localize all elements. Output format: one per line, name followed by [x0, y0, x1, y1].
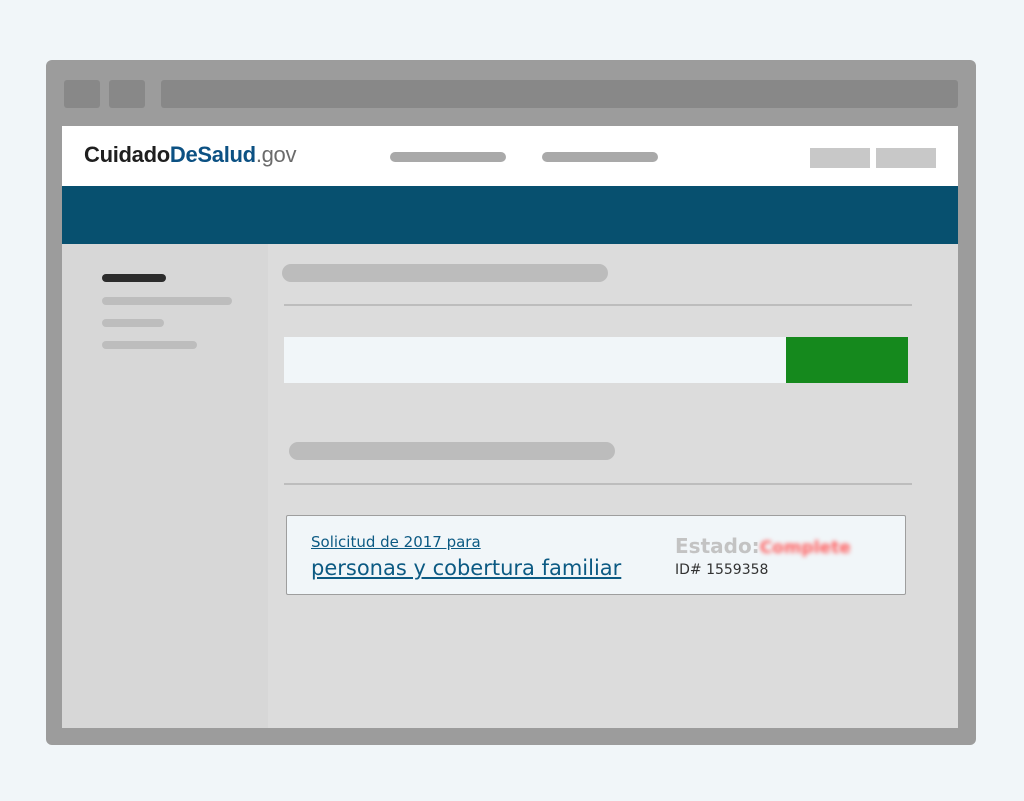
application-id: ID# 1559358: [675, 562, 769, 578]
search-input[interactable]: [284, 337, 786, 383]
sidebar-item[interactable]: [102, 341, 197, 349]
logo-part-desalud: DeSalud: [169, 142, 256, 167]
logo-part-gov: .gov: [255, 142, 297, 167]
section-heading-placeholder: [282, 264, 608, 282]
application-status: Estado:Complete: [675, 534, 851, 558]
sidebar-item[interactable]: [102, 319, 164, 327]
sidebar-item-active[interactable]: [102, 274, 166, 282]
page-banner: [62, 186, 958, 244]
forward-button[interactable]: [109, 80, 145, 108]
application-title-link[interactable]: personas y cobertura familiar: [311, 556, 621, 580]
header-button-1[interactable]: [810, 148, 870, 168]
sidebar: [62, 244, 268, 728]
page-viewport: CuidadoDeSalud.gov Solicitud de 2017 par…: [62, 126, 958, 728]
application-subtitle-link[interactable]: Solicitud de 2017 para: [311, 533, 481, 551]
status-value: Complete: [759, 538, 851, 558]
divider: [284, 483, 912, 485]
submit-button[interactable]: [786, 337, 908, 383]
application-card: Solicitud de 2017 para personas y cobert…: [286, 515, 906, 595]
divider: [284, 304, 912, 306]
nav-link-2[interactable]: [542, 152, 658, 162]
section-heading-placeholder: [289, 442, 615, 460]
logo-part-cuidado: Cuidado: [84, 142, 170, 167]
nav-link-1[interactable]: [390, 152, 506, 162]
site-header: CuidadoDeSalud.gov: [62, 126, 958, 186]
sidebar-item[interactable]: [102, 297, 232, 305]
back-button[interactable]: [64, 80, 100, 108]
site-logo[interactable]: CuidadoDeSalud.gov: [84, 142, 297, 168]
status-label: Estado:: [675, 534, 760, 558]
address-bar[interactable]: [161, 80, 958, 108]
browser-window: CuidadoDeSalud.gov Solicitud de 2017 par…: [46, 60, 976, 745]
header-button-2[interactable]: [876, 148, 936, 168]
